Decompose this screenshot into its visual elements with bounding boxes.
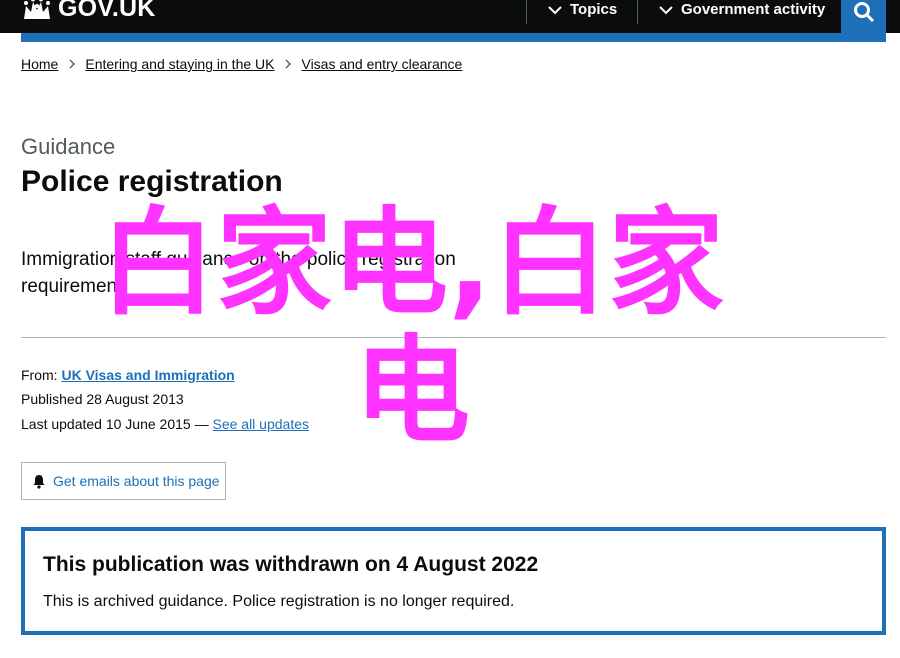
site-header: GOV.UK Topics Government activity <box>0 0 900 33</box>
nav-divider <box>637 0 638 24</box>
page-title: Police registration <box>21 165 283 198</box>
search-icon <box>853 2 874 23</box>
govuk-logo[interactable]: GOV.UK <box>22 0 156 23</box>
get-emails-button[interactable]: Get emails about this page <box>21 462 226 500</box>
breadcrumb: Home Entering and staying in the UK Visa… <box>21 56 462 72</box>
withdrawn-notice-title: This publication was withdrawn on 4 Augu… <box>43 553 539 576</box>
breadcrumb-home[interactable]: Home <box>21 56 58 72</box>
published-date: Published 28 August 2013 <box>21 391 184 407</box>
bell-icon <box>33 474 45 489</box>
chevron-down-icon <box>659 5 673 14</box>
withdrawn-notice: This publication was withdrawn on 4 Augu… <box>21 527 886 635</box>
from-line: From: UK Visas and Immigration <box>21 367 235 383</box>
last-updated-text: Last updated 10 June 2015 — <box>21 416 209 432</box>
breadcrumb-visas-entry-clearance[interactable]: Visas and entry clearance <box>301 56 462 72</box>
government-activity-menu-button[interactable]: Government activity <box>659 1 825 18</box>
section-divider <box>21 337 886 338</box>
topics-label: Topics <box>570 1 618 18</box>
chevron-right-icon <box>285 59 292 69</box>
last-updated-line: Last updated 10 June 2015 — See all upda… <box>21 416 309 432</box>
government-activity-label: Government activity <box>681 1 826 18</box>
search-button[interactable] <box>841 0 886 33</box>
organisation-link[interactable]: UK Visas and Immigration <box>61 367 234 383</box>
chevron-right-icon <box>69 59 76 69</box>
chevron-down-icon <box>548 5 562 14</box>
page-description: Immigration staff guidance on the police… <box>21 249 456 297</box>
get-emails-label: Get emails about this page <box>53 473 220 489</box>
document-type-label: Guidance <box>21 134 116 159</box>
header-blue-bar <box>21 33 886 42</box>
breadcrumb-entering-staying-uk[interactable]: Entering and staying in the UK <box>85 56 274 72</box>
crown-icon <box>24 0 50 19</box>
topics-menu-button[interactable]: Topics <box>548 1 617 18</box>
logo-text: GOV.UK <box>58 0 156 22</box>
see-all-updates-link[interactable]: See all updates <box>212 416 309 432</box>
withdrawn-notice-text: This is archived guidance. Police regist… <box>43 593 515 610</box>
from-label: From: <box>21 367 58 383</box>
nav-divider <box>526 0 527 24</box>
